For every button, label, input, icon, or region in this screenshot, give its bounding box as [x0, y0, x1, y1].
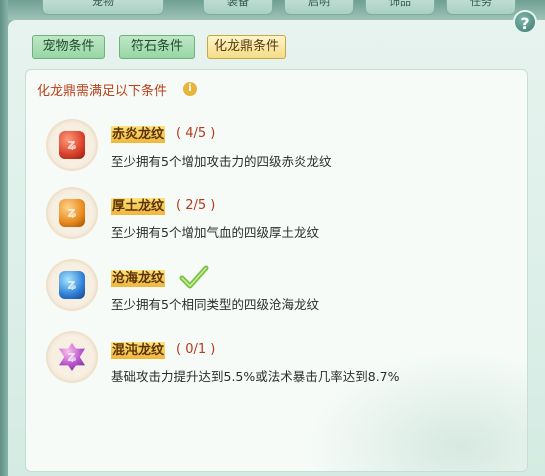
info-icon[interactable]: i — [183, 82, 197, 96]
top-tab-equip[interactable]: 装备 — [203, 0, 273, 15]
condition-progress: ( 0/1 ) — [176, 342, 216, 357]
question-icon[interactable]: ? — [513, 10, 537, 34]
top-tab-pet[interactable]: 宠物 — [42, 0, 164, 15]
top-tab-label: 饰品 — [389, 0, 411, 8]
condition-name: 赤炎龙纹 — [111, 126, 166, 143]
condition-name: 混沌龙纹 — [111, 342, 166, 359]
top-tab-label: 任务 — [470, 0, 492, 8]
orange-gem-icon: ʑ — [59, 199, 85, 227]
section-title: 化龙鼎需满足以下条件 — [37, 84, 168, 99]
red-dragon-rune-icon: ʑ — [46, 119, 98, 171]
earth-dragon-rune-icon: ʑ — [46, 187, 98, 239]
window-left-edge — [0, 0, 8, 476]
purple-gem-icon: ʑ — [59, 343, 85, 371]
condition-desc: 至少拥有5个相同类型的四级沧海龙纹 — [111, 297, 319, 312]
condition-card: 化龙鼎需满足以下条件 i ʑ 赤炎龙纹 ( 4/5 ) 至少拥有5个增加攻击力的… — [25, 69, 528, 472]
top-tab-label: 装备 — [227, 0, 249, 8]
sea-dragon-rune-icon: ʑ — [46, 259, 98, 311]
condition-desc: 基础攻击力提升达到5.5%或法术暴击几率达到8.7% — [111, 369, 400, 384]
condition-progress: ( 2/5 ) — [176, 198, 216, 213]
check-icon — [179, 265, 209, 289]
condition-name: 沧海龙纹 — [111, 270, 166, 287]
blue-gem-icon: ʑ — [59, 271, 85, 299]
tab-rune-conditions[interactable]: 符石条件 — [119, 35, 195, 59]
tab-dragon-cauldron-conditions[interactable]: 化龙鼎条件 — [207, 35, 286, 59]
top-tab-label: 启明 — [308, 0, 330, 8]
tab-pet-conditions[interactable]: 宠物条件 — [32, 35, 105, 59]
top-tab-label: 宠物 — [92, 0, 114, 8]
red-gem-icon: ʑ — [59, 131, 85, 159]
top-tab-task[interactable]: 任务 — [446, 0, 516, 15]
top-tab-qiming[interactable]: 启明 — [284, 0, 354, 15]
condition-progress: ( 4/5 ) — [176, 126, 216, 141]
chaos-dragon-rune-icon: ʑ — [46, 331, 98, 383]
condition-desc: 至少拥有5个增加攻击力的四级赤炎龙纹 — [111, 154, 332, 169]
condition-desc: 至少拥有5个增加气血的四级厚土龙纹 — [111, 225, 319, 240]
top-tab-jewelry[interactable]: 饰品 — [365, 0, 435, 15]
condition-name: 厚土龙纹 — [111, 198, 166, 215]
